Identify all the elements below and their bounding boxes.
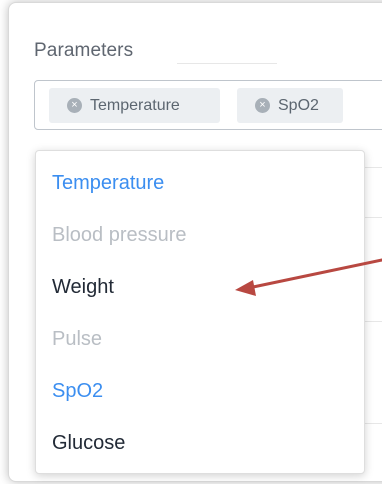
option-temperature[interactable]: Temperature [52,165,164,201]
red-arrow-icon [235,258,382,296]
close-circle-icon[interactable]: × [67,98,82,113]
chip-label: Temperature [90,96,180,114]
option-glucose[interactable]: Glucose [52,425,125,461]
close-circle-icon[interactable]: × [255,98,270,113]
option-blood-pressure: Blood pressure [52,224,187,246]
background-divider [177,63,277,64]
option-pulse: Pulse [52,328,103,350]
parameters-label: Parameters [34,40,134,61]
option-weight[interactable]: Weight [52,269,114,305]
option-spo2[interactable]: SpO2 [52,373,103,409]
selected-chip-temperature: × Temperature [49,88,220,123]
parameters-dropdown-menu: Temperature Blood pressure Weight Pulse … [35,150,365,474]
parameters-multiselect[interactable]: × Temperature × SpO2 [34,80,382,130]
selected-chip-spo2: × SpO2 [237,88,343,123]
chip-label: SpO2 [278,96,319,114]
